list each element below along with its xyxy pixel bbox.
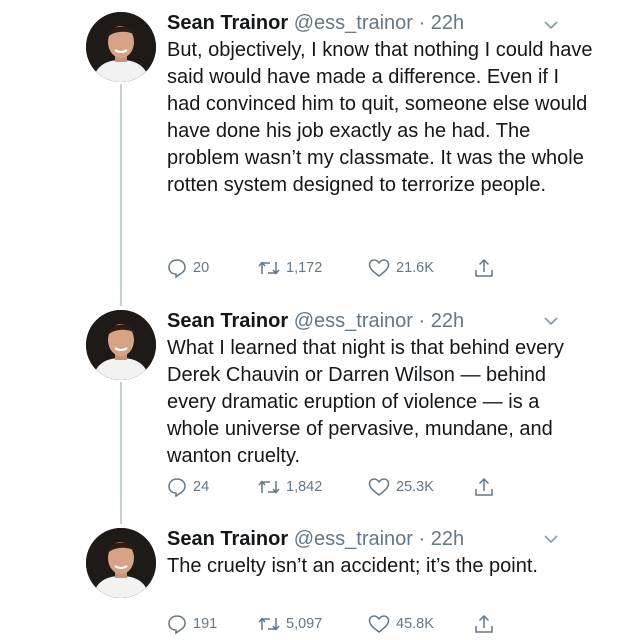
retweet-button[interactable]: 1,842: [257, 476, 322, 498]
display-name[interactable]: Sean Trainor: [167, 310, 288, 332]
share-button[interactable]: [473, 476, 495, 498]
tweet-header: Sean Trainor @ess_trainor · 22h: [167, 11, 597, 35]
retweet-count: 5,097: [286, 616, 323, 632]
user-handle[interactable]: @ess_trainor: [294, 12, 413, 34]
user-handle[interactable]: @ess_trainor: [294, 528, 413, 550]
tweet-text: But, objectively, I know that nothing I …: [167, 39, 593, 196]
reply-count: 20: [193, 260, 210, 276]
retweet-icon: [257, 476, 281, 498]
chevron-down-icon[interactable]: [542, 530, 560, 548]
timestamp[interactable]: 22h: [431, 528, 464, 550]
reply-icon: [166, 613, 188, 635]
retweet-count: 1,842: [286, 479, 323, 495]
reply-count: 24: [193, 479, 210, 495]
reply-icon: [166, 257, 188, 279]
retweet-icon: [257, 257, 281, 279]
retweet-count: 1,172: [286, 260, 323, 276]
reply-icon: [166, 476, 188, 498]
share-icon: [473, 613, 495, 635]
separator-dot: ·: [418, 12, 426, 34]
share-button[interactable]: [473, 257, 495, 279]
avatar[interactable]: [86, 310, 156, 380]
reply-button[interactable]: 191: [166, 613, 217, 635]
thread-line: [120, 84, 122, 306]
like-icon: [367, 613, 391, 635]
like-count: 25.3K: [396, 479, 434, 495]
retweet-button[interactable]: 1,172: [257, 257, 322, 279]
like-icon: [367, 476, 391, 498]
reply-count: 191: [193, 616, 218, 632]
display-name[interactable]: Sean Trainor: [167, 12, 288, 34]
separator-dot: ·: [418, 528, 426, 550]
reply-button[interactable]: 20: [166, 257, 209, 279]
timestamp[interactable]: 22h: [431, 12, 464, 34]
chevron-down-icon[interactable]: [542, 16, 560, 34]
reply-button[interactable]: 24: [166, 476, 209, 498]
share-icon: [473, 476, 495, 498]
user-handle[interactable]: @ess_trainor: [294, 310, 413, 332]
tweet-text: The cruelty isn’t an accident; it’s the …: [167, 555, 538, 577]
like-icon: [367, 257, 391, 279]
display-name[interactable]: Sean Trainor: [167, 528, 288, 550]
retweet-button[interactable]: 5,097: [257, 613, 322, 635]
tweet-header: Sean Trainor @ess_trainor · 22h: [167, 309, 597, 333]
timestamp[interactable]: 22h: [431, 310, 464, 332]
tweet-text: What I learned that night is that behind…: [167, 337, 564, 467]
like-count: 21.6K: [396, 260, 434, 276]
share-button[interactable]: [473, 613, 495, 635]
separator-dot: ·: [418, 310, 426, 332]
like-count: 45.8K: [396, 616, 434, 632]
share-icon: [473, 257, 495, 279]
avatar[interactable]: [86, 528, 156, 598]
thread-line: [120, 382, 122, 524]
avatar[interactable]: [86, 12, 156, 82]
like-button[interactable]: 45.8K: [367, 613, 434, 635]
like-button[interactable]: 25.3K: [367, 476, 434, 498]
like-button[interactable]: 21.6K: [367, 257, 434, 279]
retweet-icon: [257, 613, 281, 635]
tweet-header: Sean Trainor @ess_trainor · 22h: [167, 527, 597, 551]
chevron-down-icon[interactable]: [542, 312, 560, 330]
